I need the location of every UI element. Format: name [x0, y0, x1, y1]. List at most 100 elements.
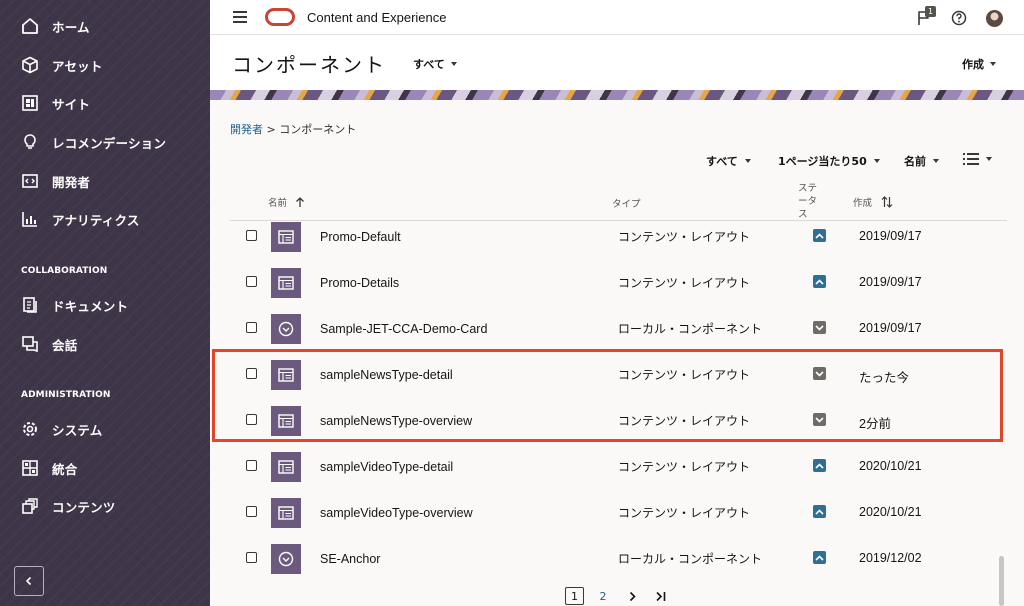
table-row[interactable]: SE-Anchor ローカル・コンポーネント 2019/12/02 — [230, 543, 1007, 589]
chevron-down-icon — [873, 159, 880, 163]
component-type: ローカル・コンポーネント — [618, 552, 763, 566]
component-name[interactable]: Promo-Default — [320, 230, 401, 244]
table-row[interactable]: sampleVideoType-detail コンテンツ・レイアウト 2020/… — [230, 451, 1007, 497]
sidebar-item-analytics[interactable]: アナリティクス — [0, 201, 210, 237]
conversation-icon — [20, 334, 40, 354]
component-type: コンテンツ・レイアウト — [618, 276, 751, 290]
column-header-name[interactable]: 名前 — [268, 195, 305, 209]
sidebar-item-recommendations[interactable]: レコメンデーション — [0, 124, 210, 160]
component-name[interactable]: SE-Anchor — [320, 552, 380, 566]
sidebar-item-label: ドキュメント — [52, 298, 129, 314]
component-type: ローカル・コンポーネント — [618, 322, 763, 336]
sidebar-item-label: アナリティクス — [52, 212, 140, 228]
home-icon — [20, 16, 40, 36]
lightbulb-icon — [20, 132, 40, 152]
chevron-down-icon — [990, 62, 996, 66]
status-published-icon — [813, 505, 826, 518]
sidebar-item-label: コンテンツ — [52, 499, 116, 515]
notification-count-badge: 1 — [925, 6, 936, 17]
sidebar-item-documents[interactable]: ドキュメント — [0, 287, 210, 323]
sidebar-item-assets[interactable]: アセット — [0, 47, 210, 83]
column-header-created[interactable]: 作成 — [853, 195, 893, 209]
filter-select[interactable]: すべて — [706, 153, 751, 169]
row-thumbnail[interactable] — [271, 268, 301, 298]
row-checkbox[interactable] — [246, 552, 257, 563]
column-header-type[interactable]: タイプ — [612, 196, 641, 210]
column-header-created-label: 作成 — [853, 198, 873, 209]
last-page-button[interactable] — [653, 587, 669, 605]
table-row[interactable]: Promo-Details コンテンツ・レイアウト 2019/09/17 — [230, 267, 1007, 313]
component-name[interactable]: Sample-JET-CCA-Demo-Card — [320, 322, 487, 336]
row-thumbnail[interactable] — [271, 222, 301, 252]
oracle-logo — [265, 8, 295, 26]
row-thumbnail[interactable] — [271, 544, 301, 574]
breadcrumb: 開発者 > コンポーネント — [230, 121, 356, 137]
column-header-name-label: 名前 — [268, 198, 288, 209]
row-thumbnail[interactable] — [271, 314, 301, 344]
sidebar-item-home[interactable]: ホーム — [0, 8, 210, 44]
component-type: コンテンツ・レイアウト — [618, 230, 751, 244]
top-bar: Content and Experience 1 — [210, 0, 1024, 35]
sidebar-item-developer[interactable]: 開発者 — [0, 163, 210, 199]
layout-icon — [278, 230, 294, 244]
page-2-button[interactable]: 2 — [596, 587, 610, 605]
collaboration-section-title: COLLABORATION — [21, 266, 108, 276]
page-header: コンポーネント すべて 作成 — [210, 35, 1024, 90]
row-thumbnail[interactable] — [271, 452, 301, 482]
notifications-button[interactable]: 1 — [914, 6, 936, 28]
menu-icon[interactable] — [233, 11, 247, 23]
list-view-icon — [963, 153, 979, 165]
table-row[interactable]: Promo-Default コンテンツ・レイアウト 2019/09/17 — [230, 221, 1007, 267]
row-checkbox[interactable] — [246, 322, 257, 333]
header-filter-select[interactable]: すべて — [413, 56, 457, 72]
cube-icon — [20, 55, 40, 75]
decorative-banner — [210, 90, 1024, 100]
per-page-select[interactable]: 1ページ当たり50 — [778, 153, 880, 169]
page-title: コンポーネント — [232, 53, 386, 77]
chevron-down-icon — [933, 159, 939, 163]
scrollbar[interactable] — [999, 556, 1004, 606]
sort-toggle-icon — [881, 196, 893, 208]
gear-icon — [20, 419, 40, 439]
row-checkbox[interactable] — [246, 460, 257, 471]
created-date: 2019/09/17 — [859, 229, 922, 243]
filter-label: すべて — [706, 155, 738, 168]
component-name[interactable]: sampleVideoType-overview — [320, 506, 473, 520]
user-menu-button[interactable] — [984, 8, 1004, 28]
page-1-button[interactable]: 1 — [565, 587, 584, 605]
breadcrumb-link-developer[interactable]: 開発者 — [230, 123, 263, 136]
sidebar-item-integrations[interactable]: 統合 — [0, 450, 210, 486]
component-icon — [278, 551, 294, 567]
column-header-status[interactable]: ステータス — [798, 182, 820, 221]
table-row[interactable]: sampleVideoType-overview コンテンツ・レイアウト 202… — [230, 497, 1007, 543]
sidebar-item-system[interactable]: システム — [0, 411, 210, 447]
create-button[interactable]: 作成 — [962, 56, 996, 72]
sidebar-item-conversations[interactable]: 会話 — [0, 326, 210, 362]
integration-icon — [20, 458, 40, 478]
next-page-button[interactable] — [625, 587, 639, 605]
layout-icon — [278, 460, 294, 474]
created-date: 2019/09/17 — [859, 275, 922, 289]
sort-select[interactable]: 名前 — [904, 153, 939, 169]
sidebar-item-content[interactable]: コンテンツ — [0, 488, 210, 524]
row-thumbnail[interactable] — [271, 498, 301, 528]
breadcrumb-separator: > — [266, 123, 276, 136]
sidebar-item-label: ホーム — [52, 19, 90, 35]
last-page-icon — [656, 591, 666, 601]
sort-label: 名前 — [904, 155, 926, 168]
component-type: コンテンツ・レイアウト — [618, 460, 751, 474]
chevron-left-icon — [25, 576, 32, 586]
row-checkbox[interactable] — [246, 506, 257, 517]
status-published-icon — [813, 229, 826, 242]
row-checkbox[interactable] — [246, 276, 257, 287]
sidebar-item-sites[interactable]: サイト — [0, 85, 210, 121]
component-name[interactable]: sampleVideoType-detail — [320, 460, 453, 474]
sidebar: ホーム アセット サイト レコメンデーション 開発者 アナリティクス COLLA… — [0, 0, 210, 606]
view-toggle[interactable] — [963, 153, 992, 165]
row-checkbox[interactable] — [246, 230, 257, 241]
component-name[interactable]: Promo-Details — [320, 276, 399, 290]
help-button[interactable] — [949, 8, 969, 28]
collapse-sidebar-button[interactable] — [14, 566, 44, 596]
per-page-label: 1ページ当たり50 — [778, 155, 867, 168]
component-type: コンテンツ・レイアウト — [618, 506, 751, 520]
